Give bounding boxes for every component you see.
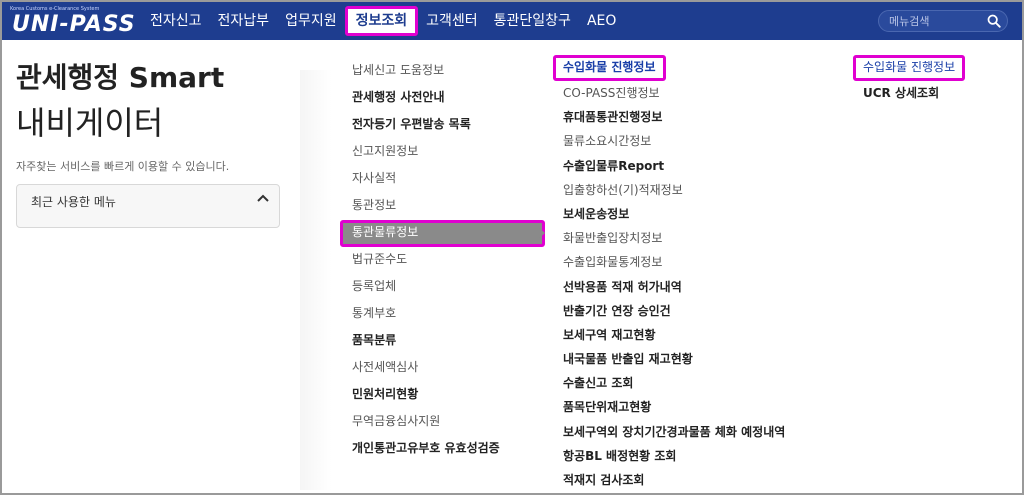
- nav-item-info-inquiry[interactable]: 정보조회: [344, 6, 419, 36]
- main-nav: 전자신고 전자납부 업무지원 정보조회 고객센터 통관단일창구 AEO: [142, 2, 624, 40]
- menu-item-declaration-support[interactable]: 신고지원정보: [340, 139, 545, 166]
- menu-item-ucr-detail[interactable]: UCR 상세조회: [853, 81, 1013, 107]
- menu-column-level3: 수입화물 진행정보 UCR 상세조회: [853, 55, 1013, 107]
- menu-item-loading-inspection[interactable]: 적재지 검사조회: [553, 468, 843, 492]
- recent-menu-accordion[interactable]: 최근 사용한 메뉴: [16, 184, 280, 228]
- menu-item-statistics-codes[interactable]: 통계부호: [340, 301, 545, 328]
- menu-item-clearance-logistics[interactable]: 통관물류정보: [340, 220, 545, 247]
- menu-column-level2: 수입화물 진행정보 CO-PASS진행정보 휴대품통관진행정보 물류소요시간정보…: [553, 55, 843, 492]
- menu-item-company-performance[interactable]: 자사실적: [340, 166, 545, 193]
- menu-item-compliance[interactable]: 법규준수도: [340, 247, 545, 274]
- menu-item-import-cargo-progress-detail[interactable]: 수입화물 진행정보: [853, 55, 966, 81]
- menu-item-item-stock[interactable]: 품목단위재고현황: [553, 395, 843, 419]
- menu-item-bonded-stock[interactable]: 보세구역 재고현황: [553, 323, 843, 347]
- menu-item-clearance-info[interactable]: 통관정보: [340, 193, 545, 220]
- menu-item-ship-supplies[interactable]: 선박용품 적재 허가내역: [553, 275, 843, 299]
- selection-pointer: [537, 226, 545, 240]
- nav-item-aeo[interactable]: AEO: [579, 2, 624, 40]
- menu-item-tax-help[interactable]: 납세신고 도움정보: [340, 58, 545, 85]
- logo-text: UNI-PASS: [12, 12, 136, 37]
- menu-item-export-declaration[interactable]: 수출신고 조회: [553, 371, 843, 395]
- nav-item-single-window[interactable]: 통관단일창구: [486, 2, 579, 40]
- page-title-line1: 관세행정 Smart: [16, 61, 225, 94]
- nav-item-e-declaration[interactable]: 전자신고: [142, 2, 210, 40]
- menu-item-baggage-clearance[interactable]: 휴대품통관진행정보: [553, 105, 843, 129]
- nav-item-customer-center[interactable]: 고객센터: [418, 2, 486, 40]
- page-subtitle: 자주찾는 서비스를 빠르게 이용할 수 있습니다.: [16, 160, 230, 173]
- menu-item-personal-customs-code[interactable]: 개인통관고유부호 유효성검증: [340, 436, 545, 463]
- nav-item-business-support[interactable]: 업무지원: [277, 2, 345, 40]
- menu-item-e-registered-mail[interactable]: 전자등기 우편발송 목록: [340, 112, 545, 139]
- menu-item-port-loading[interactable]: 입출항하선(기)적재정보: [553, 178, 843, 202]
- smart-navigator-panel: 관세행정 Smart 내비게이터 자주찾는 서비스를 빠르게 이용할 수 있습니…: [16, 56, 286, 228]
- panel-divider: [300, 70, 332, 490]
- nav-item-e-payment[interactable]: 전자납부: [210, 2, 278, 40]
- menu-item-trade-finance[interactable]: 무역금융심사지원: [340, 409, 545, 436]
- menu-item-air-bl[interactable]: 항공BL 배정현황 조회: [553, 444, 843, 468]
- menu-item-cargo-in-out[interactable]: 화물반출입장치정보: [553, 226, 843, 250]
- menu-item-item-classification[interactable]: 품목분류: [340, 328, 545, 355]
- menu-item-prior-tax-review[interactable]: 사전세액심사: [340, 355, 545, 382]
- menu-item-co-pass[interactable]: CO-PASS진행정보: [553, 81, 843, 105]
- menu-item-import-cargo-progress[interactable]: 수입화물 진행정보: [553, 55, 666, 81]
- unipass-logo[interactable]: Korea Customs e-Clearance System UNI-PAS…: [8, 4, 135, 38]
- menu-item-civil-complaints[interactable]: 민원처리현황: [340, 382, 545, 409]
- menu-item-registered-companies[interactable]: 등록업체: [340, 274, 545, 301]
- menu-item-overdue-goods[interactable]: 보세구역외 장치기간경과물품 체화 예정내역: [553, 420, 843, 444]
- search-icon[interactable]: [987, 14, 1001, 28]
- menu-search-input[interactable]: [889, 13, 979, 29]
- chevron-up-icon[interactable]: [257, 193, 269, 203]
- menu-item-period-extension[interactable]: 반출기간 연장 승인건: [553, 299, 843, 323]
- menu-item-cargo-statistics[interactable]: 수출입화물통계정보: [553, 250, 843, 274]
- page-title-line2: 내비게이터: [16, 104, 164, 142]
- menu-item-advance-notice[interactable]: 관세행정 사전안내: [340, 85, 545, 112]
- recent-menu-label: 최근 사용한 메뉴: [31, 195, 116, 209]
- top-header: Korea Customs e-Clearance System UNI-PAS…: [2, 2, 1022, 40]
- menu-item-bonded-transport[interactable]: 보세운송정보: [553, 202, 843, 226]
- menu-item-domestic-stock[interactable]: 내국물품 반출입 재고현황: [553, 347, 843, 371]
- menu-item-logistics-report[interactable]: 수출입물류Report: [553, 154, 843, 178]
- menu-search: [878, 10, 1008, 32]
- menu-column-level1: 납세신고 도움정보 관세행정 사전안내 전자등기 우편발송 목록 신고지원정보 …: [340, 58, 545, 463]
- menu-item-logistics-time[interactable]: 물류소요시간정보: [553, 129, 843, 153]
